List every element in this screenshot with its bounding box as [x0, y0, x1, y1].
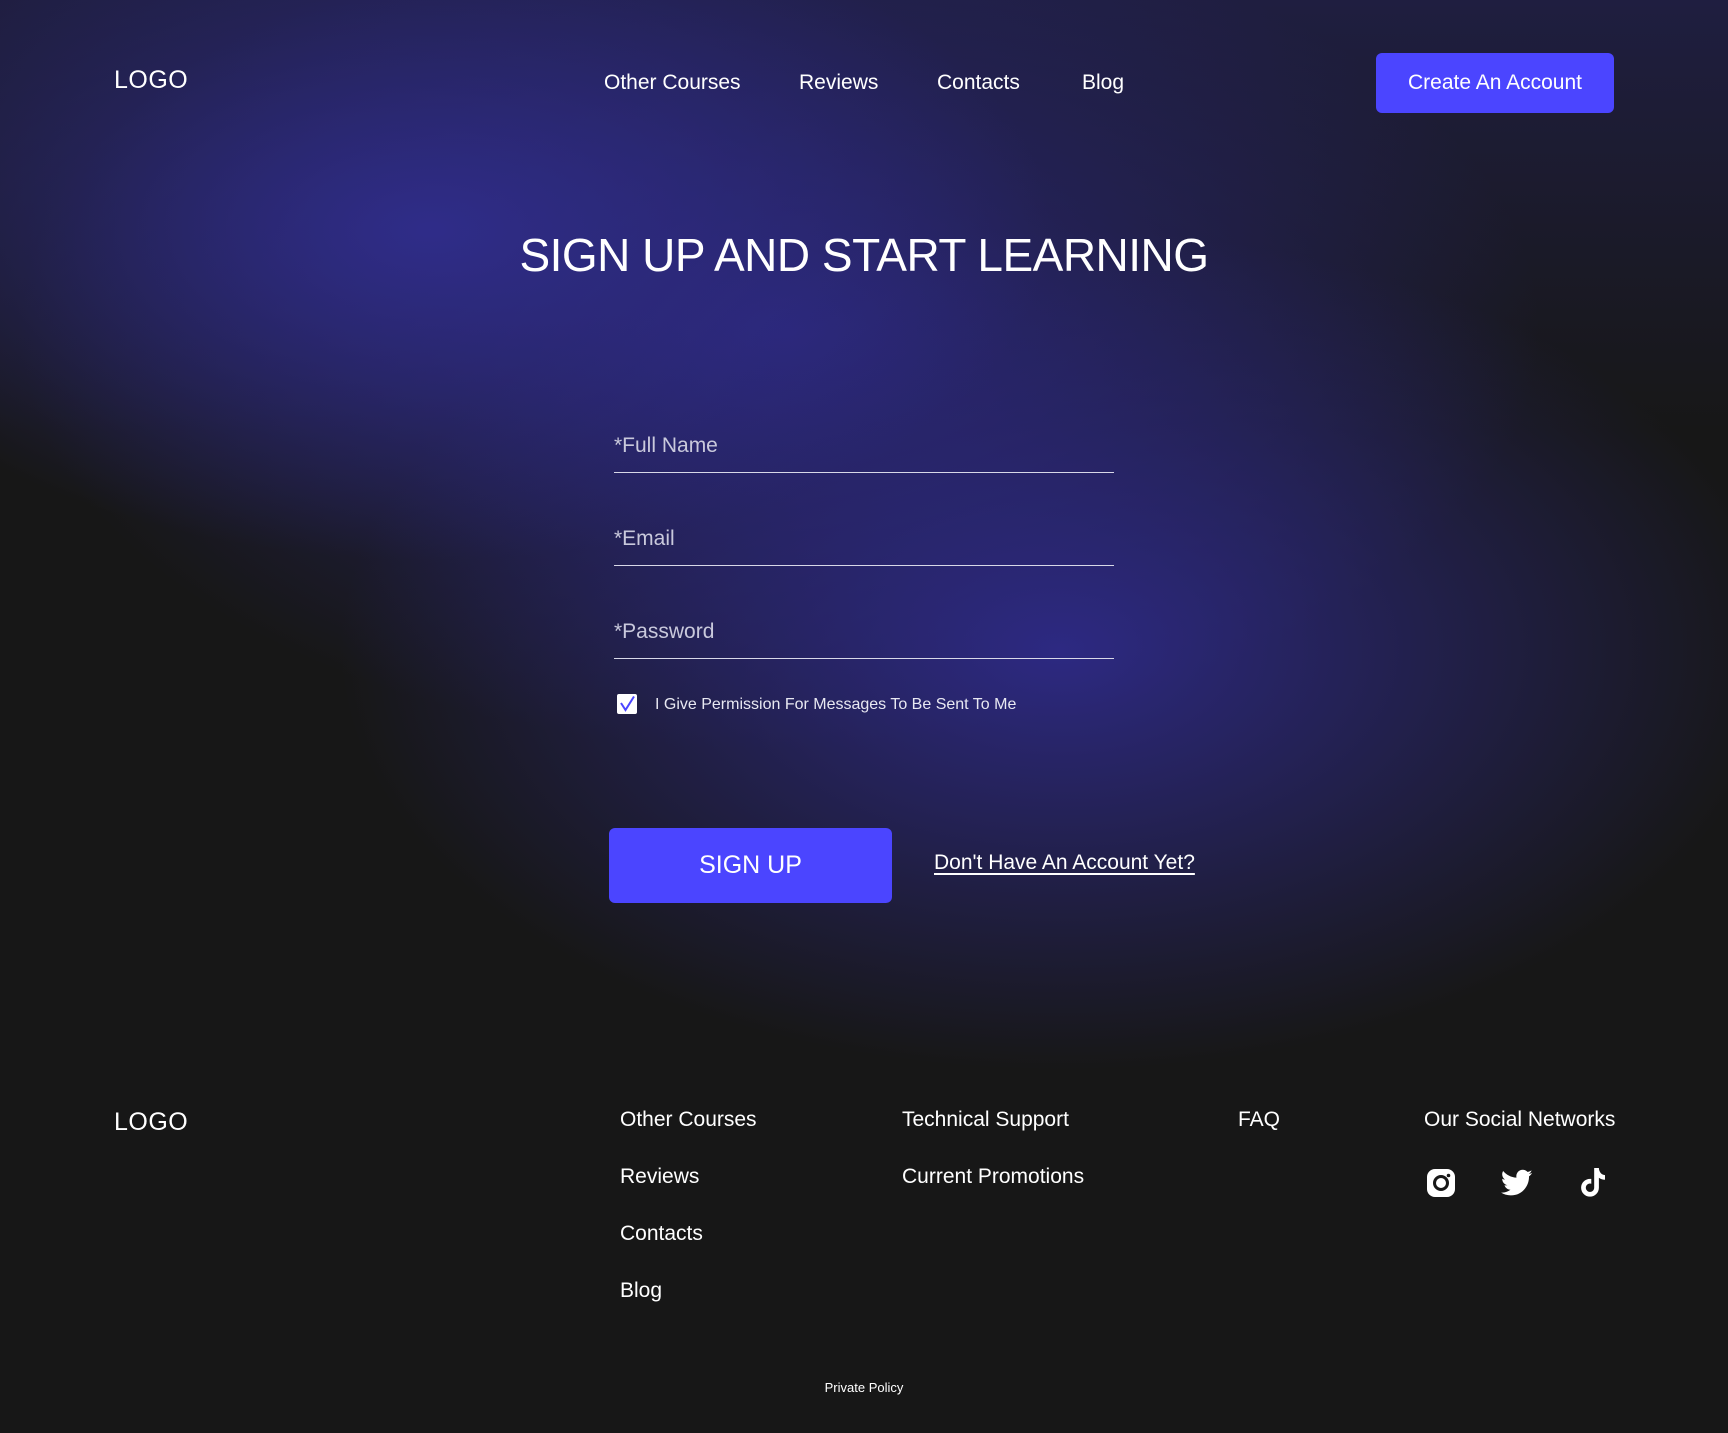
footer-technical-support[interactable]: Technical Support	[902, 1108, 1069, 1132]
social-heading: Our Social Networks	[1424, 1108, 1616, 1131]
footer-blog[interactable]: Blog	[620, 1279, 662, 1303]
footer-faq[interactable]: FAQ	[1238, 1108, 1280, 1132]
full-name-input[interactable]	[614, 424, 1114, 468]
footer-reviews[interactable]: Reviews	[620, 1165, 699, 1189]
nav-other-courses[interactable]: Other Courses	[604, 71, 741, 95]
create-account-button[interactable]: Create An Account	[1376, 53, 1614, 113]
checkmark-icon	[620, 695, 635, 712]
full-name-field	[614, 424, 1114, 473]
email-input[interactable]	[614, 517, 1114, 561]
header-logo[interactable]: LOGO	[114, 66, 188, 95]
tiktok-icon[interactable]	[1576, 1166, 1610, 1200]
sign-up-button[interactable]: SIGN UP	[609, 828, 892, 903]
nav-blog[interactable]: Blog	[1082, 71, 1124, 95]
footer-current-promotions[interactable]: Current Promotions	[902, 1165, 1084, 1189]
password-field	[614, 610, 1114, 659]
twitter-icon[interactable]	[1500, 1166, 1534, 1200]
nav-reviews[interactable]: Reviews	[799, 71, 878, 95]
footer-logo[interactable]: LOGO	[114, 1108, 188, 1137]
nav-contacts[interactable]: Contacts	[937, 71, 1020, 95]
password-input[interactable]	[614, 610, 1114, 654]
background-gradient	[0, 0, 1728, 1433]
instagram-icon[interactable]	[1424, 1166, 1458, 1200]
consent-label: I Give Permission For Messages To Be Sen…	[655, 696, 1017, 713]
consent-checkbox[interactable]	[617, 694, 637, 714]
footer-contacts[interactable]: Contacts	[620, 1222, 703, 1246]
footer-other-courses[interactable]: Other Courses	[620, 1108, 757, 1132]
page-title: SIGN UP AND START LEARNING	[519, 229, 1209, 281]
private-policy-link[interactable]: Private Policy	[825, 1380, 904, 1395]
policy-container: Private Policy	[0, 1380, 1728, 1395]
email-field	[614, 517, 1114, 566]
account-link[interactable]: Don't Have An Account Yet?	[934, 851, 1195, 875]
